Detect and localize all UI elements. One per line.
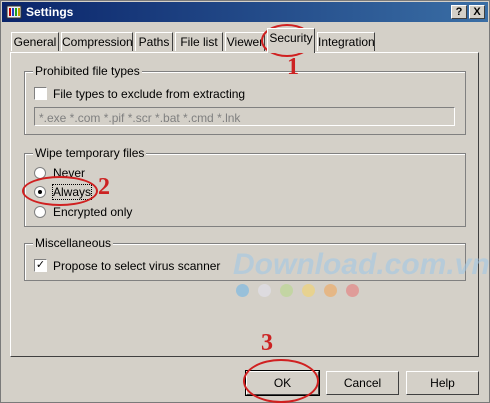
exclude-file-types-checkbox[interactable] <box>34 87 47 100</box>
watermark-dot <box>302 284 315 297</box>
window-title: Settings <box>26 5 74 19</box>
tab-compression[interactable]: Compression <box>61 32 133 51</box>
watermark-dot <box>236 284 249 297</box>
annotation-number-1: 1 <box>287 54 299 80</box>
wipe-legend: Wipe temporary files <box>33 146 147 160</box>
tab-integration[interactable]: Integration <box>317 32 375 51</box>
tab-viewer[interactable]: Viewer <box>225 32 265 51</box>
excluded-file-types-field[interactable]: *.exe *.com *.pif *.scr *.bat *.cmd *.ln… <box>34 107 455 126</box>
title-bar[interactable]: Settings ? X <box>2 2 488 22</box>
watermark-logo: Download.com.vn <box>233 248 490 281</box>
tab-paths[interactable]: Paths <box>135 32 173 51</box>
watermark-dot <box>258 284 271 297</box>
app-icon <box>6 5 22 19</box>
close-title-button[interactable]: X <box>469 5 485 19</box>
tab-security[interactable]: Security <box>267 28 315 53</box>
exclude-file-types-label: File types to exclude from extracting <box>53 87 246 101</box>
watermark-dot <box>324 284 337 297</box>
settings-window: Settings ? X General Compression Paths F… <box>0 0 490 403</box>
help-button[interactable]: Help <box>406 371 479 395</box>
tab-general[interactable]: General <box>11 32 59 51</box>
annotation-number-2: 2 <box>98 174 110 200</box>
help-title-button[interactable]: ? <box>451 5 467 19</box>
virus-scanner-checkbox[interactable]: ✓ <box>34 259 47 272</box>
tab-file-list[interactable]: File list <box>175 32 223 51</box>
watermark-dot <box>346 284 359 297</box>
cancel-button[interactable]: Cancel <box>326 371 399 395</box>
annotation-number-3: 3 <box>261 330 273 356</box>
annotation-circle-always <box>22 176 98 206</box>
radio-encrypted-only[interactable] <box>34 206 46 218</box>
misc-legend: Miscellaneous <box>33 236 114 250</box>
virus-scanner-label: Propose to select virus scanner <box>53 259 221 273</box>
radio-encrypted-only-label: Encrypted only <box>53 205 133 219</box>
watermark-dot <box>280 284 293 297</box>
prohibited-legend: Prohibited file types <box>33 64 142 78</box>
annotation-circle-ok <box>243 359 319 403</box>
